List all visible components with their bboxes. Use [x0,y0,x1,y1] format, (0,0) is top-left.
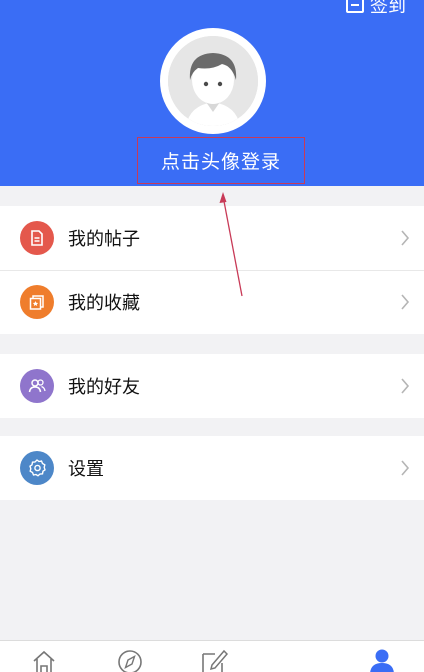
favorites-icon [20,285,54,319]
chevron-right-icon [401,294,410,310]
chevron-right-icon [401,230,410,246]
home-icon[interactable] [30,647,58,672]
chevron-right-icon [401,460,410,476]
menu-item-label: 我的帖子 [68,229,140,250]
edit-icon[interactable] [200,647,228,672]
login-prompt[interactable]: 点击头像登录 [137,137,305,184]
chevron-right-icon [401,378,410,394]
document-icon [20,221,54,255]
menu-item-my-favorites[interactable]: 我的收藏 [0,270,424,334]
bottom-tab-bar [0,640,424,672]
friends-icon [20,369,54,403]
menu-group-social: 我的好友 [0,354,424,418]
avatar-placeholder-icon [168,36,258,126]
profile-header: 签到 点击头像登录 [0,0,424,186]
menu-item-my-friends[interactable]: 我的好友 [0,354,424,418]
checkin-label: 签到 [370,0,406,17]
profile-icon[interactable] [368,647,396,672]
menu-item-label: 我的收藏 [68,293,140,314]
menu-item-my-posts[interactable]: 我的帖子 [0,206,424,270]
menu-group-content: 我的帖子 我的收藏 [0,206,424,334]
menu-item-label: 我的好友 [68,377,140,398]
menu-item-label: 设置 [68,459,104,480]
compass-icon[interactable] [116,647,144,672]
menu-group-system: 设置 [0,436,424,500]
gear-icon [20,451,54,485]
menu-item-settings[interactable]: 设置 [0,436,424,500]
avatar[interactable] [160,28,266,134]
checkin-icon [346,0,364,13]
checkin-button[interactable]: 签到 [346,0,406,18]
login-prompt-text: 点击头像登录 [160,151,281,173]
